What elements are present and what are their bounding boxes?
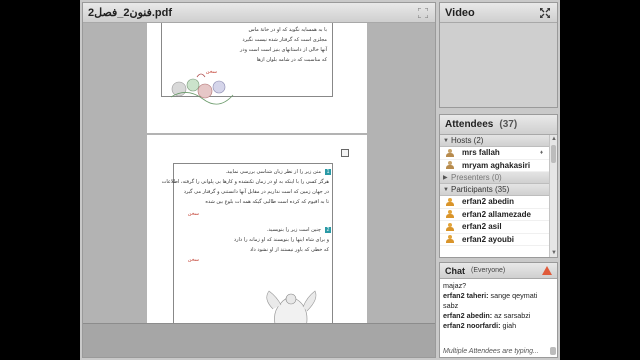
page-1-line: که مناسبت که در شامه بلوان ازها [256,57,327,63]
page-1-line: آنها خالی از داستانهای بنیز است است ودر [239,47,327,53]
share-pod-header: فنون2_فصل2.pdf [83,3,435,23]
exercise-number-badge: 1 [325,169,331,175]
document-title: فنون2_فصل2.pdf [88,7,173,19]
chat-text: az sarsabzi [492,311,531,320]
chat-title: Chat [445,265,465,276]
chat-messages[interactable]: majaz? erfan2 taheri: sange qeymati sabz… [440,279,557,357]
attendee-row[interactable]: erfan2 allamezade [440,209,549,221]
pdf-page-1: با به همسایه نگوید که او در خانهٔ ماس مج… [147,23,367,133]
page-1-line: با به همسایه نگوید که او در خانهٔ ماس [248,27,327,33]
video-area [440,23,557,107]
expand-icon[interactable] [416,6,430,20]
attendee-row[interactable]: erfan2 asil [440,221,549,234]
flower-illustration [170,73,234,105]
page-2-line: متن زیر را از نظر زبان شناسی بررسی نمایی… [225,169,321,175]
page-2-line: هرگز کسی را با اینکه به او در زمان تکنشد… [161,179,329,185]
chevron-right-icon: ▶ [443,175,448,181]
chat-sender: erfan2 abedin: [443,311,493,320]
video-pod-header: Video [440,3,557,23]
angel-illustration [266,290,317,323]
chat-pod: Chat (Everyone) majaz? erfan2 taheri: sa… [439,262,558,358]
attendees-title-text: Attendees [445,119,494,130]
participants-section-header[interactable]: ▼ Participants (35) [440,184,549,196]
typing-indicator: Multiple Attendees are typing... [443,348,539,355]
chevron-down-icon: ▼ [443,137,449,144]
chat-scope[interactable]: (Everyone) [471,267,505,274]
exercise-number-badge: 2 [325,227,331,233]
chat-sender: erfan2 noorfardi: [443,321,501,330]
person-icon [446,197,454,206]
chat-pod-header: Chat (Everyone) [440,263,557,279]
person-icon [446,235,454,244]
page-2-line: که خطی که باور نیستند از او نشود داد [249,247,329,253]
attendee-row[interactable]: mryam aghakasiri [440,160,549,172]
hosts-header-label: Hosts (2) [451,136,484,145]
note-icon[interactable] [341,149,349,157]
page-1-line: مجلزی است که گرفتار شده نیست نگیرد [242,37,327,43]
attendee-name: erfan2 asil [462,222,502,232]
alert-icon[interactable] [542,266,552,275]
attendee-row[interactable]: erfan2 abedin [440,196,549,209]
attendee-row[interactable]: mrs fallah ♦ [440,147,549,160]
chat-sender: erfan2 taheri: [443,291,489,300]
microphone-icon: ♦ [540,149,544,156]
page-2-line: در جهان زمین که است نداریم در مقابل آنها… [183,189,329,195]
attendees-title: Attendees (37) [445,119,552,130]
pdf-page-2: 1 متن زیر را از نظر زبان شناسی بررسی نما… [147,135,367,323]
attendees-count: (37) [499,119,518,130]
page-2-line: تا به اقیوم که کرده است طالبی گیکه همه ا… [205,199,329,205]
chat-message: erfan2 abedin: az sarsabzi [443,311,554,321]
attendee-list[interactable]: ▼ Hosts (2) mrs fallah ♦ mryam aghakasir… [440,135,549,257]
participants-header-label: Participants (35) [451,185,510,194]
page-2-line: و برای شاه اینها را بنویسند که او زمانه … [233,237,329,243]
chat-scrollbar[interactable] [550,347,556,355]
person-icon [446,222,454,231]
page-2-line: چنین است زیر را بنویسید. [266,227,321,233]
chat-message: erfan2 taheri: sange qeymati sabz [443,291,554,311]
attendees-pod-header: Attendees (37) [440,115,557,135]
attendee-name: erfan2 ayoubi [462,234,515,244]
hosts-section-header[interactable]: ▼ Hosts (2) [440,135,549,147]
scrollbar-thumb[interactable] [551,145,556,163]
attendee-scrollbar[interactable]: ▲ ▼ [549,135,557,257]
presenters-section-header[interactable]: ▶ Presenters (0) [440,172,549,184]
presenters-header-label: Presenters (0) [451,173,502,182]
attendees-pod: Attendees (37) ▼ Hosts (2) mrs fallah ♦ m… [439,114,558,258]
video-pod-title: Video [445,6,475,19]
page-2-red-note: سخن [187,211,199,217]
scroll-down-icon[interactable]: ▼ [550,249,558,257]
chat-message: majaz? [443,281,554,291]
attendee-name: erfan2 allamezade [462,209,531,219]
share-pod: فنون2_فصل2.pdf با به همسایه نگوید که او … [82,2,436,358]
scroll-up-icon[interactable]: ▲ [550,135,558,143]
host-person-icon [446,161,454,170]
document-viewer[interactable]: با به همسایه نگوید که او در خانهٔ ماس مج… [83,23,435,323]
attendee-name: erfan2 abedin [462,197,515,207]
attendee-name: mryam aghakasiri [462,160,531,170]
host-person-icon [446,148,454,157]
expand-icon[interactable] [538,6,552,20]
attendee-row[interactable]: erfan2 ayoubi [440,234,549,246]
chevron-down-icon: ▼ [443,186,449,193]
meeting-stage: فنون2_فصل2.pdf با به همسایه نگوید که او … [80,0,560,360]
chat-message: erfan2 noorfardi: giah [443,321,554,331]
video-pod: Video [439,2,558,108]
page-2-red-note: سخن [187,257,199,263]
person-icon [446,210,454,219]
chat-text: giah [500,321,517,330]
share-pod-footer [83,323,435,357]
attendee-name: mrs fallah [462,148,500,158]
chat-text: majaz? [443,281,467,290]
